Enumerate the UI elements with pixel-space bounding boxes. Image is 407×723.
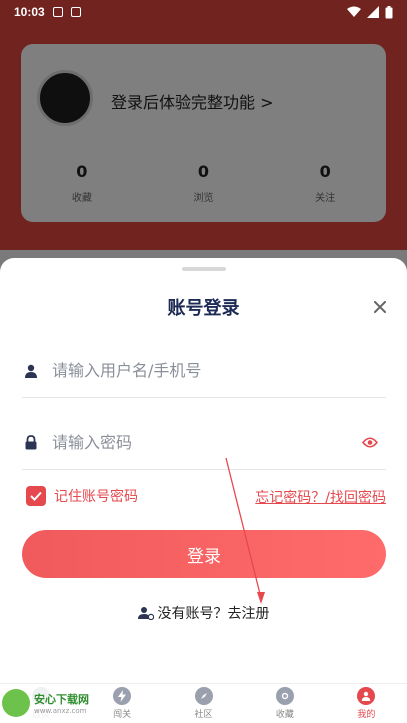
- watermark-logo-icon: [2, 689, 30, 717]
- nav-label: 收藏: [275, 710, 294, 720]
- show-password-toggle[interactable]: [358, 431, 382, 455]
- password-input[interactable]: [52, 433, 358, 452]
- sheet-title: 账号登录: [167, 298, 240, 319]
- notification-icon: [52, 7, 63, 17]
- wifi-icon: [347, 6, 361, 17]
- login-sheet: 账号登录 记住账号密码 忘记密码？/找回密码 登录 没有账号？去注册: [0, 258, 407, 683]
- eye-icon: [362, 437, 378, 448]
- nav-item-community[interactable]: 社区: [163, 684, 244, 723]
- checkbox-checked[interactable]: [26, 486, 46, 506]
- lightning-icon: [113, 687, 132, 705]
- remember-checkbox[interactable]: 记住账号密码: [26, 486, 138, 506]
- signal-icon: [367, 6, 379, 18]
- username-input[interactable]: [52, 361, 386, 380]
- forgot-password-link[interactable]: 忘记密码？/找回密码: [255, 487, 386, 507]
- watermark-sub: www.anxz.com: [34, 707, 87, 715]
- nav-label: 闯关: [113, 710, 132, 720]
- username-field: [22, 344, 386, 398]
- watermark-main: 安心下载网: [34, 693, 89, 706]
- notification-icon: [70, 7, 81, 17]
- person-icon: [357, 687, 376, 705]
- status-bar: 10:03: [0, 0, 407, 24]
- login-button[interactable]: 登录: [22, 530, 386, 578]
- nav-item-favorites[interactable]: 收藏: [244, 684, 325, 723]
- watermark-text: 安心下载网 www.anxz.com: [34, 691, 89, 715]
- badge-icon: [275, 687, 294, 705]
- nav-item-mine[interactable]: 我的: [326, 684, 407, 723]
- add-user-icon: [137, 605, 154, 621]
- lock-icon: [22, 434, 40, 452]
- watermark: 安心下载网 www.anxz.com: [2, 686, 102, 720]
- sheet-handle[interactable]: [182, 267, 226, 271]
- check-icon: [30, 491, 42, 501]
- close-icon: [374, 301, 386, 313]
- register-link[interactable]: 没有账号？去注册: [0, 603, 407, 623]
- compass-icon: [194, 687, 213, 705]
- register-text: 没有账号？去注册: [157, 606, 270, 622]
- remember-label: 记住账号密码: [54, 489, 138, 505]
- nav-label: 社区: [194, 710, 213, 720]
- nav-label: 我的: [357, 710, 376, 720]
- password-field: [22, 416, 386, 470]
- battery-icon: [385, 5, 393, 18]
- status-time: 10:03: [14, 5, 45, 19]
- status-icons: [347, 5, 393, 19]
- close-button[interactable]: [368, 295, 392, 319]
- user-icon: [22, 362, 40, 380]
